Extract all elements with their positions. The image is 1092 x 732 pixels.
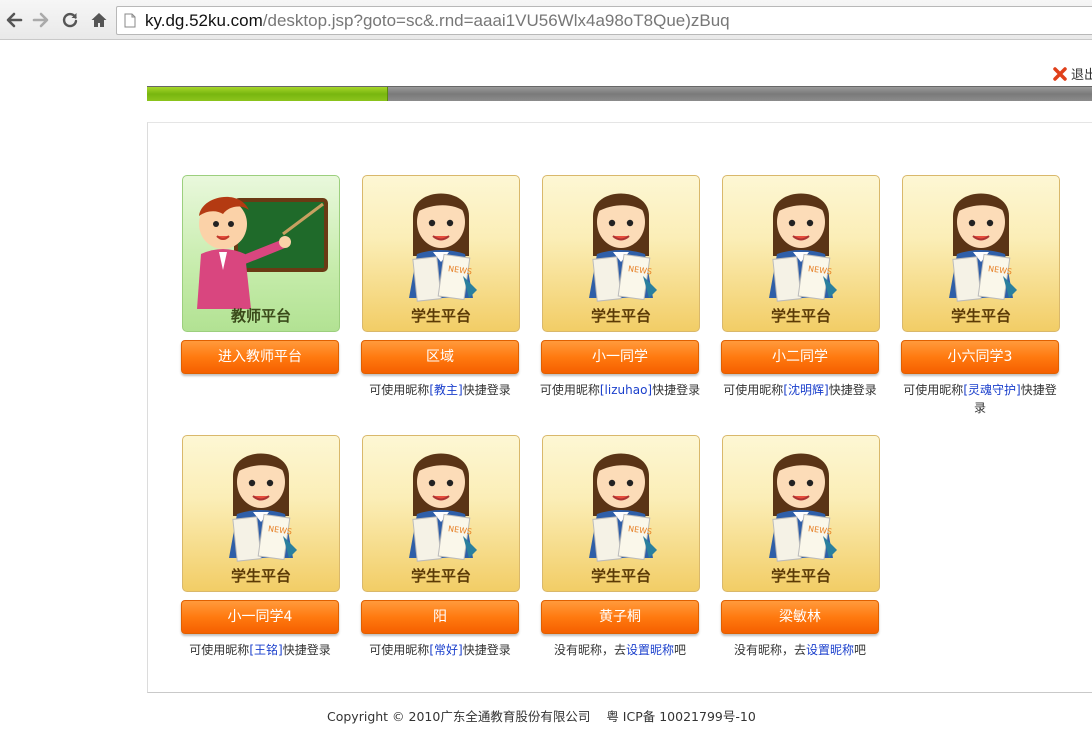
- login-hint: 可使用昵称[常好]快捷登录: [359, 641, 521, 659]
- hint-text: 吧: [854, 643, 867, 657]
- set-nickname-link[interactable]: 设置昵称: [626, 643, 674, 657]
- nickname: [常好]: [429, 643, 463, 657]
- hint-text: 可使用昵称: [539, 383, 600, 397]
- student-platform-card[interactable]: NEWS 学生平台: [902, 175, 1060, 332]
- logout-link[interactable]: 退出: [1052, 64, 1092, 83]
- hint-text: 吧: [674, 643, 687, 657]
- home-icon[interactable]: [88, 9, 110, 31]
- browser-toolbar: ky.dg.52ku.com/desktop.jsp?goto=sc&.rnd=…: [0, 0, 1092, 40]
- login-hint: 可使用昵称[灵魂守护]快捷登录: [899, 381, 1061, 417]
- enter-button[interactable]: 梁敏林: [721, 600, 879, 634]
- footer-icp: 粤 ICP备 10021799号-10: [606, 709, 756, 724]
- logout-label: 退出: [1071, 67, 1092, 82]
- enter-button[interactable]: 黄子桐: [541, 600, 699, 634]
- progress-bar: [147, 86, 1092, 101]
- enter-button[interactable]: 小一同学: [541, 340, 699, 374]
- login-hint: 可使用昵称[教主]快捷登录: [359, 381, 521, 399]
- nickname: [灵魂守护]: [963, 383, 1021, 397]
- hint-text: 可使用昵称: [723, 383, 784, 397]
- card-title: 学生平台: [590, 567, 651, 585]
- student-platform-card[interactable]: NEWS 学生平台: [542, 435, 700, 592]
- login-hint: 没有昵称，去设置昵称吧: [719, 641, 881, 659]
- url-text[interactable]: ky.dg.52ku.com/desktop.jsp?goto=sc&.rnd=…: [145, 11, 730, 31]
- student-platform-card[interactable]: NEWS 学生平台: [362, 175, 520, 332]
- nickname: [沈明辉]: [783, 383, 829, 397]
- card-title: 学生平台: [950, 307, 1011, 325]
- card-title: 学生平台: [770, 307, 831, 325]
- enter-button[interactable]: 区域: [361, 340, 519, 374]
- nickname: [王铭]: [249, 643, 283, 657]
- page-icon: [124, 13, 136, 28]
- enter-button[interactable]: 小六同学3: [901, 340, 1059, 374]
- close-icon: [1053, 66, 1067, 81]
- login-hint: 可使用昵称[王铭]快捷登录: [179, 641, 341, 659]
- progress-fill: [147, 87, 388, 101]
- card-title: 学生平台: [410, 567, 471, 585]
- enter-button[interactable]: 小二同学: [721, 340, 879, 374]
- hint-text: 可使用昵称: [369, 643, 430, 657]
- login-hint: 没有昵称，去设置昵称吧: [539, 641, 701, 659]
- hint-text: 快捷登录: [282, 643, 331, 657]
- student-platform-card[interactable]: NEWS 学生平台: [182, 435, 340, 592]
- student-platform-card[interactable]: NEWS 学生平台: [542, 175, 700, 332]
- hint-text: 快捷登录: [828, 383, 877, 397]
- url-path: /desktop.jsp?goto=sc&.rnd=aaai1VU56Wlx4a…: [262, 11, 730, 30]
- enter-button[interactable]: 进入教师平台: [181, 340, 339, 374]
- hint-text: 没有昵称，去: [553, 643, 626, 657]
- hint-text: 可使用昵称: [903, 383, 964, 397]
- student-platform-card[interactable]: NEWS 学生平台: [722, 175, 880, 332]
- card-title: 学生平台: [410, 307, 471, 325]
- hint-text: 可使用昵称: [369, 383, 430, 397]
- back-icon[interactable]: [3, 9, 25, 31]
- footer-copyright: Copyright © 2010广东全通教育股份有限公司: [327, 709, 591, 724]
- enter-button[interactable]: 阳: [361, 600, 519, 634]
- card-title: 学生平台: [230, 567, 291, 585]
- hint-text: 没有昵称，去: [733, 643, 806, 657]
- hint-text: 快捷登录: [462, 383, 511, 397]
- card-title: 学生平台: [770, 567, 831, 585]
- set-nickname-link[interactable]: 设置昵称: [806, 643, 854, 657]
- teacher-platform-card[interactable]: 教师平台: [182, 175, 340, 332]
- reload-icon[interactable]: [59, 9, 81, 31]
- forward-icon[interactable]: [30, 9, 52, 31]
- login-hint: 可使用昵称[lizuhao]快捷登录: [539, 381, 701, 399]
- card-title: 学生平台: [590, 307, 651, 325]
- hint-text: 快捷登录: [652, 383, 701, 397]
- hint-text: 快捷登录: [462, 643, 511, 657]
- nickname: [教主]: [429, 383, 463, 397]
- login-hint: 可使用昵称[沈明辉]快捷登录: [719, 381, 881, 399]
- enter-button[interactable]: 小一同学4: [181, 600, 339, 634]
- footer: Copyright © 2010广东全通教育股份有限公司 粤 ICP备 1002…: [327, 706, 756, 725]
- hint-text: 可使用昵称: [189, 643, 250, 657]
- address-bar[interactable]: ky.dg.52ku.com/desktop.jsp?goto=sc&.rnd=…: [116, 6, 1092, 35]
- card-title: 教师平台: [230, 307, 291, 325]
- nickname: [lizuhao]: [599, 383, 653, 397]
- student-platform-card[interactable]: NEWS 学生平台: [362, 435, 520, 592]
- url-host: ky.dg.52ku.com: [145, 11, 263, 30]
- student-platform-card[interactable]: NEWS 学生平台: [722, 435, 880, 592]
